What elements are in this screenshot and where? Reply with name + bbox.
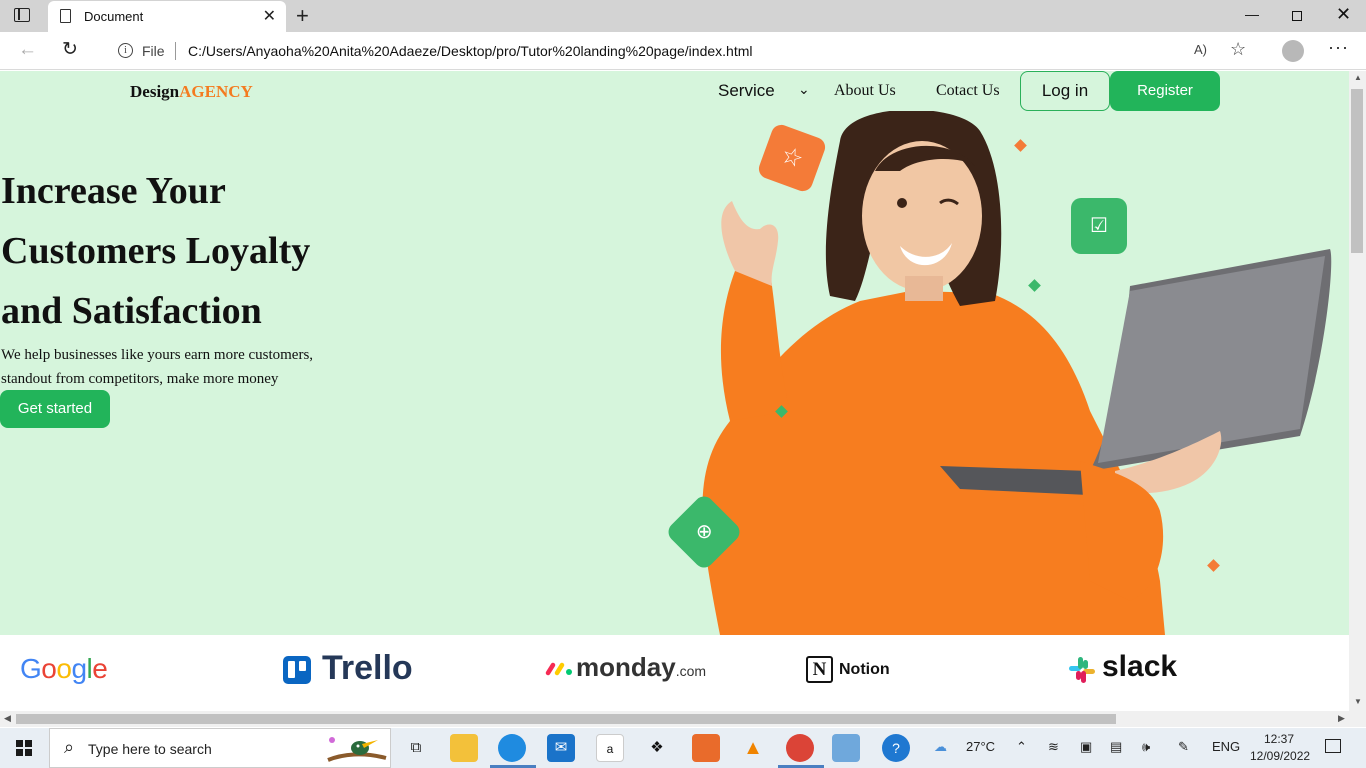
notion-icon: N <box>806 656 833 683</box>
headline-line: and Satisfaction <box>1 290 262 332</box>
hero-subtext: We help businesses like yours earn more … <box>1 347 314 387</box>
url-text[interactable]: C:/Users/Anyaoha%20Anita%20Adaeze/Deskto… <box>188 43 753 59</box>
notification-center-icon[interactable] <box>1325 739 1341 753</box>
slack-logo: slack <box>1102 650 1178 683</box>
scrollbar-corner <box>1349 711 1366 727</box>
more-menu-icon[interactable]: ··· <box>1328 37 1349 58</box>
hero-woman-illustration <box>702 111 1332 635</box>
taskbar-search[interactable]: ⌕ Type here to search <box>49 728 391 768</box>
nav-about-us[interactable]: About Us <box>834 82 896 100</box>
register-button[interactable]: Register <box>1110 71 1220 111</box>
clock[interactable]: 12:37 12/09/2022 <box>1250 731 1311 765</box>
login-button[interactable]: Log in <box>1020 71 1110 111</box>
scroll-right-icon[interactable]: ▶ <box>1338 713 1345 724</box>
hero-headline: Increase Your Customers Loyalty and Sati… <box>1 161 421 341</box>
nav-service[interactable]: Service <box>718 81 775 101</box>
windows-start-icon[interactable] <box>16 740 32 756</box>
nav-contact-us[interactable]: Cotact Us <box>936 82 1000 100</box>
volume-icon[interactable]: 🕪 <box>1142 739 1150 755</box>
site-logo[interactable]: DesignAGENCY <box>130 82 253 102</box>
scroll-left-icon[interactable]: ◀ <box>4 713 11 724</box>
device-icon[interactable]: ▣ <box>1080 739 1092 755</box>
read-aloud-icon[interactable]: A) <box>1194 42 1207 57</box>
scroll-down-icon[interactable]: ▼ <box>1354 697 1362 706</box>
monday-icon <box>545 662 572 676</box>
logo-agency-text: AGENCY <box>179 82 253 101</box>
partner-logos: Google Trello monday.com N Notion slack <box>0 635 1349 711</box>
headline-line: Increase Your <box>1 170 226 212</box>
browser-toolbar: ← ↻ i File C:/Users/Anyaoha%20Anita%20Ad… <box>0 32 1366 70</box>
new-tab-button[interactable]: + <box>296 3 309 29</box>
address-bar[interactable]: i File C:/Users/Anyaoha%20Anita%20Adaeze… <box>100 36 1260 66</box>
profile-avatar[interactable] <box>1282 40 1304 62</box>
get-started-button[interactable]: Get started <box>0 390 110 428</box>
check-badge-icon: ☑ <box>1071 198 1127 254</box>
dropbox-icon[interactable]: ❖ <box>643 734 671 762</box>
headline-line: Customers Loyalty <box>1 230 311 272</box>
hero-section: DesignAGENCY Service ⌄ About Us Cotact U… <box>0 71 1349 635</box>
clock-date: 12/09/2022 <box>1250 749 1311 763</box>
close-window-button[interactable]: ✕ <box>1336 4 1351 25</box>
vertical-scrollbar[interactable]: ▲ ▼ <box>1349 71 1366 711</box>
slack-icon <box>1069 657 1095 683</box>
display-icon[interactable]: ▤ <box>1110 739 1122 755</box>
mail-icon[interactable]: ✉ <box>547 734 575 762</box>
document-icon <box>60 9 71 23</box>
tab-strip: Document ✕ + — ✕ <box>0 0 1366 32</box>
info-icon[interactable]: i <box>118 43 133 58</box>
amazon-icon[interactable]: a <box>596 734 624 762</box>
pen-icon[interactable]: ✎ <box>1178 739 1189 755</box>
monday-logo: monday.com <box>576 652 707 682</box>
chrome-icon[interactable] <box>786 734 814 762</box>
search-highlight-image <box>327 737 387 762</box>
browser-tab[interactable]: Document ✕ <box>48 1 286 32</box>
maximize-button[interactable] <box>1292 11 1302 21</box>
chevron-down-icon[interactable]: ⌄ <box>798 81 810 98</box>
network-icon[interactable]: ≋ <box>1048 739 1059 755</box>
google-logo: Google <box>20 653 108 684</box>
search-placeholder: Type here to search <box>88 741 212 757</box>
back-arrow-icon[interactable]: ← <box>18 39 37 61</box>
minimize-button[interactable]: — <box>1245 6 1259 22</box>
trello-icon <box>283 656 311 684</box>
weather-temp[interactable]: 27°C <box>966 739 995 754</box>
task-view-icon[interactable]: ⧉ <box>402 734 430 762</box>
add-favorite-icon[interactable]: ☆ <box>1230 39 1246 60</box>
close-tab-icon[interactable]: ✕ <box>263 6 276 26</box>
vlc-icon[interactable]: ▲ <box>739 734 767 762</box>
language-indicator[interactable]: ENG <box>1212 739 1240 754</box>
control-panel-icon[interactable] <box>832 734 860 762</box>
scroll-thumb[interactable] <box>16 714 1116 724</box>
address-separator <box>175 42 176 60</box>
tab-actions-icon[interactable] <box>14 8 30 22</box>
file-explorer-icon[interactable] <box>450 734 478 762</box>
horizontal-scrollbar[interactable]: ◀ ▶ <box>0 711 1349 727</box>
edge-icon[interactable] <box>498 734 526 762</box>
notion-logo: Notion <box>839 661 890 678</box>
show-hidden-icons[interactable]: ⌃ <box>1016 739 1027 755</box>
scroll-up-icon[interactable]: ▲ <box>1354 73 1362 82</box>
file-label: File <box>142 43 165 59</box>
reload-icon[interactable]: ↻ <box>62 38 78 61</box>
office-icon[interactable] <box>692 734 720 762</box>
search-icon: ⌕ <box>64 737 75 757</box>
help-icon[interactable]: ? <box>882 734 910 762</box>
scroll-thumb[interactable] <box>1351 89 1363 253</box>
taskbar: ⌕ Type here to search ⧉ ✉ a ❖ ▲ ? ☁ 27°C… <box>0 728 1366 768</box>
trello-logo: Trello <box>322 649 413 687</box>
page-viewport: DesignAGENCY Service ⌄ About Us Cotact U… <box>0 71 1349 711</box>
logo-design-text: Design <box>130 82 180 101</box>
tab-title: Document <box>84 9 144 24</box>
clock-time: 12:37 <box>1263 732 1295 746</box>
weather-icon[interactable]: ☁ <box>934 739 947 755</box>
